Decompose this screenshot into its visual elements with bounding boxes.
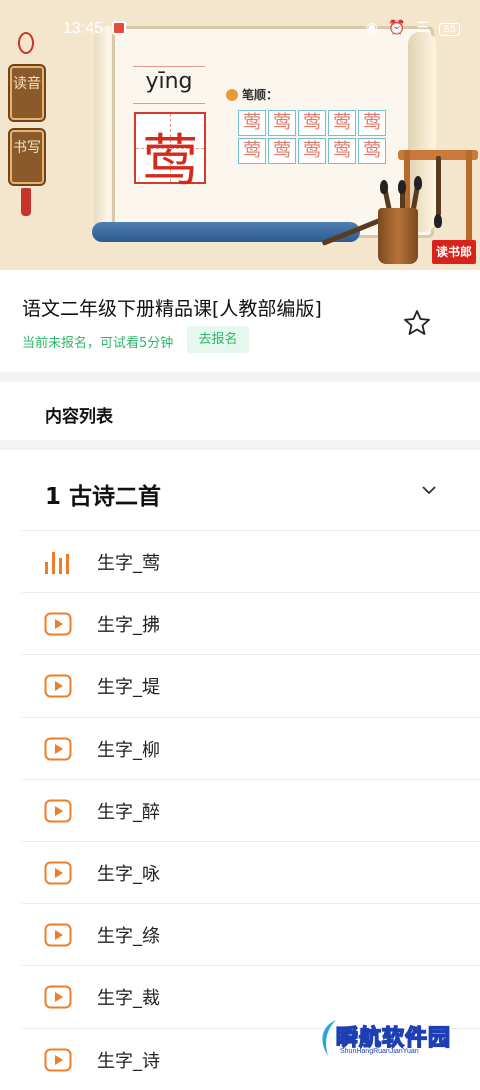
stroke-cell: 莺 bbox=[358, 110, 386, 136]
stroke-cell: 莺 bbox=[358, 138, 386, 164]
stroke-cell: 莺 bbox=[298, 138, 326, 164]
eye-icon: ◉ bbox=[365, 20, 381, 36]
lesson-label: 生字_拂 bbox=[97, 615, 160, 637]
watermark-subtitle: ShunHangRuanJianYuan bbox=[340, 1048, 419, 1055]
play-icon bbox=[44, 799, 72, 823]
brush bbox=[436, 156, 441, 216]
chapter-title: 1 古诗二首 bbox=[45, 484, 162, 510]
play-icon bbox=[44, 923, 72, 947]
lesson-label: 生字_醉 bbox=[97, 801, 160, 823]
play-icon bbox=[44, 985, 72, 1009]
audio-bars-icon bbox=[45, 552, 69, 574]
battery-icon: 85 bbox=[439, 23, 460, 36]
course-info: 语文二年级下册精品课[人教部编版] 当前未报名，可试看5分钟 去报名 bbox=[0, 270, 480, 372]
watermark-logo: 瞬航软件园 ShunHangRuanJianYuan bbox=[318, 1018, 460, 1060]
stroke-order-dot-icon bbox=[226, 89, 238, 101]
enroll-button[interactable]: 去报名 bbox=[187, 326, 249, 353]
brush-tip bbox=[434, 214, 442, 228]
status-time: 13:45 bbox=[63, 20, 104, 37]
pinyin-text: yīng bbox=[145, 69, 193, 94]
stroke-cell: 莺 bbox=[298, 110, 326, 136]
tassel bbox=[21, 188, 31, 216]
writing-tag[interactable]: 书写 bbox=[10, 130, 44, 184]
lesson-item[interactable]: 生字_柳 bbox=[22, 716, 480, 779]
stroke-cell: 莺 bbox=[268, 110, 296, 136]
stroke-cell: 莺 bbox=[238, 110, 266, 136]
brand-badge: 读书郎 bbox=[432, 240, 476, 264]
status-bar: 13:45 ◉ ⏰ ☰ 85 bbox=[0, 0, 480, 40]
lesson-list: 生字_莺 生字_拂 生字_堤 生字_柳 生字_醉 生字_咏 生字_绦 生字_裁 … bbox=[0, 530, 480, 1090]
pinyin-box: yīng bbox=[133, 66, 205, 104]
course-hero-banner: yīng 莺 笔顺： 莺 莺 莺 莺 莺 莺 莺 莺 莺 莺 读音 书写 读书郎… bbox=[0, 0, 480, 270]
brush-holder bbox=[378, 208, 418, 264]
lesson-item[interactable]: 生字_拂 bbox=[22, 592, 480, 654]
play-icon bbox=[44, 674, 72, 698]
stroke-cell: 莺 bbox=[328, 138, 356, 164]
lesson-label: 生字_绦 bbox=[97, 926, 160, 948]
lesson-label: 生字_柳 bbox=[97, 739, 160, 761]
chevron-down-icon[interactable] bbox=[420, 484, 438, 496]
stroke-cell: 莺 bbox=[238, 138, 266, 164]
star-icon[interactable] bbox=[402, 308, 432, 338]
lesson-item[interactable]: 生字_绦 bbox=[22, 903, 480, 965]
content-list-title: 内容列表 bbox=[45, 407, 113, 427]
section-divider bbox=[0, 372, 480, 382]
lesson-item[interactable]: 生字_堤 bbox=[22, 654, 480, 716]
lesson-label: 生字_莺 bbox=[97, 553, 160, 574]
wifi-icon: ☰ bbox=[416, 20, 432, 36]
lesson-item[interactable]: 生字_醉 bbox=[22, 778, 480, 841]
stroke-cell: 莺 bbox=[328, 110, 356, 136]
course-title: 语文二年级下册精品课[人教部编版] bbox=[22, 298, 322, 320]
notification-app-icon bbox=[112, 21, 126, 35]
pronunciation-tag[interactable]: 读音 bbox=[10, 66, 44, 120]
lesson-item[interactable]: 生字_咏 bbox=[22, 840, 480, 903]
brush-tip bbox=[414, 176, 422, 190]
play-icon bbox=[44, 612, 72, 636]
content-list-header: 内容列表 bbox=[0, 382, 480, 440]
character-box: 莺 bbox=[134, 112, 206, 194]
lesson-label: 生字_诗 bbox=[97, 1050, 160, 1072]
swoosh-icon bbox=[322, 1020, 336, 1056]
brush-tip bbox=[380, 180, 388, 194]
trial-status-text: 当前未报名，可试看5分钟 bbox=[22, 336, 174, 351]
status-icons: ◉ ⏰ ☰ 85 bbox=[366, 20, 460, 36]
chapter-header[interactable]: 1 古诗二首 bbox=[0, 450, 480, 530]
lesson-label: 生字_咏 bbox=[97, 863, 160, 885]
brush-rack-post bbox=[466, 150, 472, 250]
lesson-label: 生字_堤 bbox=[97, 677, 160, 699]
stroke-cell: 莺 bbox=[268, 138, 296, 164]
brush-tip bbox=[398, 180, 406, 194]
play-icon bbox=[44, 1048, 72, 1071]
stroke-order-label: 笔顺： bbox=[226, 86, 278, 103]
stroke-order-grid: 莺 莺 莺 莺 莺 莺 莺 莺 莺 莺 bbox=[238, 110, 386, 164]
lesson-label: 生字_裁 bbox=[97, 988, 160, 1010]
play-icon bbox=[44, 737, 72, 761]
scroll-roll-bottom bbox=[92, 222, 360, 242]
section-divider bbox=[0, 440, 480, 450]
alarm-icon: ⏰ bbox=[388, 20, 409, 36]
lesson-item[interactable]: 生字_莺 bbox=[22, 530, 480, 592]
play-icon bbox=[44, 861, 72, 885]
big-character: 莺 bbox=[142, 129, 198, 194]
